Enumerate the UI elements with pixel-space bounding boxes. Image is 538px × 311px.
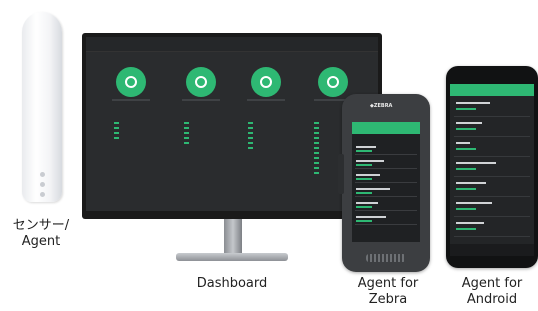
smile-icon [116, 67, 146, 97]
nav-bar [450, 244, 534, 256]
list-item [454, 158, 530, 177]
list-item [355, 200, 417, 211]
dashboard-tile [241, 67, 291, 103]
list-item [454, 138, 530, 157]
cloud-icon [318, 67, 348, 97]
android-phone [446, 66, 538, 268]
list-item [355, 186, 417, 197]
app-header-bar [450, 84, 534, 96]
monitor-stand-base [176, 253, 288, 261]
star-icon [251, 67, 281, 97]
list-item [355, 172, 417, 183]
dashboard-list [184, 121, 191, 146]
zebra-screen [352, 122, 420, 242]
sensor-led [40, 182, 45, 187]
app-header-bar [352, 122, 420, 134]
dashboard-monitor [82, 33, 382, 219]
dashboard-list [114, 121, 121, 141]
dashboard-caption: Dashboard [196, 276, 268, 291]
dashboard-list [314, 121, 321, 176]
side-button [338, 154, 344, 194]
zebra-logo: ◆ZEBRA [370, 103, 393, 109]
monitor-stand-neck [224, 219, 242, 255]
dashboard-screen [86, 37, 378, 211]
dashboard-tile [176, 67, 226, 103]
zebra-handheld: ◆ZEBRA [338, 94, 430, 272]
layers-icon [186, 67, 216, 97]
dashboard-list [248, 121, 255, 151]
sensor-caption: センサー/ Agent [12, 218, 70, 249]
list-item [454, 178, 530, 197]
device-grip [366, 254, 406, 262]
android-screen [450, 84, 534, 256]
sensor-led [40, 192, 45, 197]
sensor-device [22, 12, 62, 202]
android-caption: Agent for Android [461, 276, 523, 307]
list-item [355, 214, 417, 225]
zebra-caption: Agent for Zebra [357, 276, 419, 307]
dashboard-topbar [86, 37, 378, 52]
dashboard-tile [106, 67, 156, 103]
sensor-led [40, 172, 45, 177]
list-item [355, 158, 417, 169]
list-item [454, 198, 530, 217]
list-item [454, 118, 530, 137]
list-item [454, 218, 530, 237]
list-item [454, 98, 530, 117]
list-item [355, 144, 417, 155]
